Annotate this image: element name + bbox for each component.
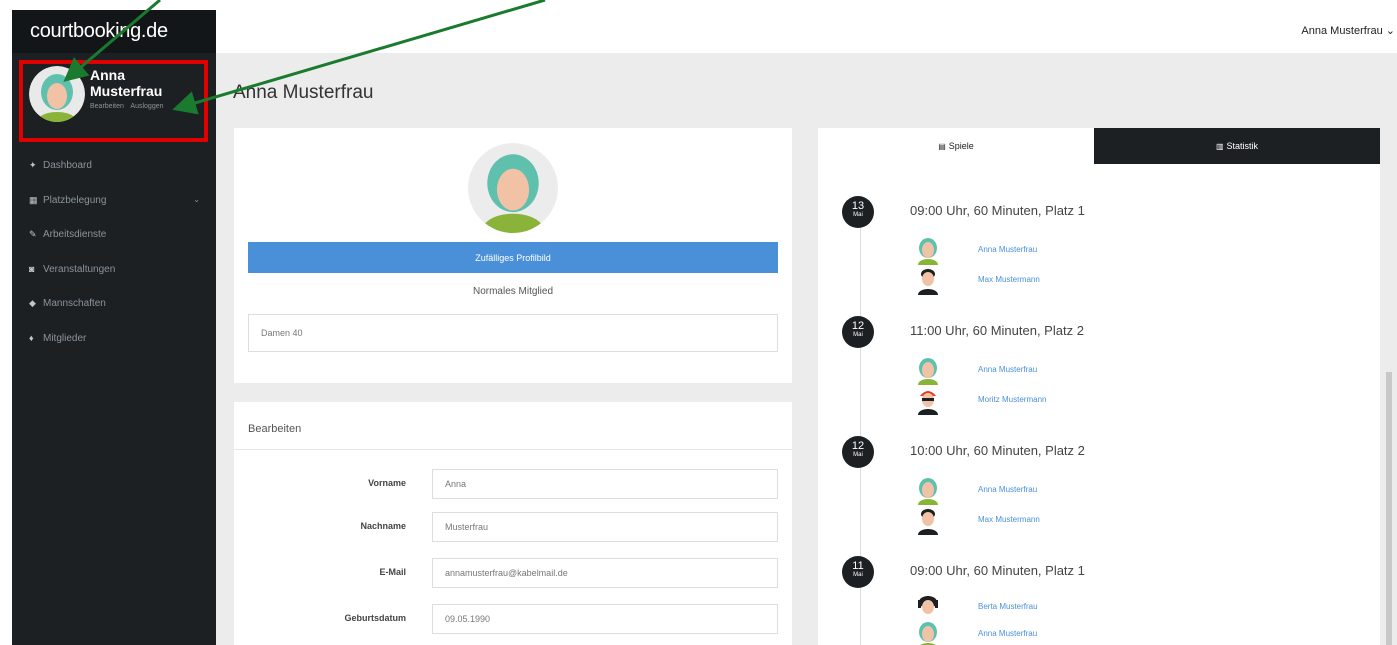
- game-title: 09:00 Uhr, 60 Minuten, Platz 1: [910, 563, 1085, 578]
- sidebar-nav: ✦ Dashboard ▦ Platzbelegung ⌄ ✎ Arbeitsdiens…: [12, 138, 216, 355]
- timeline-entry: 13 Mai 09:00 Uhr, 60 Minuten, Platz 1 Ann…: [818, 196, 1380, 316]
- random-profile-picture-button[interactable]: Zufälliges Profilbild: [248, 242, 778, 273]
- date-day: 13: [851, 200, 865, 212]
- player-row: Moritz Mustermann: [916, 387, 1216, 415]
- date-day: 11: [852, 560, 864, 572]
- users-icon: ◆: [29, 298, 36, 308]
- player-row: Berta Musterfrau: [916, 594, 1216, 622]
- field-label: Geburtsdatum: [344, 613, 406, 623]
- timeline-entry: 11 Mai 09:00 Uhr, 60 Minuten, Platz 1 Ber…: [818, 556, 1380, 645]
- first-name-field[interactable]: [432, 469, 778, 499]
- timeline-entry: 12 Mai 10:00 Uhr, 60 Minuten, Platz 2 Ann…: [818, 436, 1380, 556]
- app-window: courtbooking.de Anna Musterfrau Bearbeit…: [0, 0, 1397, 645]
- man-redcap-avatar-icon: [918, 391, 938, 415]
- sidebar-item-mitglieder[interactable]: ♦ Mitglieder: [12, 321, 216, 356]
- woman-avatar-icon: [918, 478, 938, 505]
- tab-spiele[interactable]: ▤ Spiele: [818, 128, 1094, 164]
- date-badge: 12 Mai: [842, 316, 874, 348]
- edit-card-header: Bearbeiten: [248, 423, 302, 435]
- date-month: Mai: [853, 332, 863, 338]
- member-type: Normales Mitglied: [472, 286, 554, 297]
- logo[interactable]: courtbooking.de: [12, 10, 216, 53]
- date-day: 12: [851, 320, 865, 332]
- date-day: 12: [851, 440, 865, 452]
- list-icon: ▤: [938, 142, 946, 151]
- field-label: Nachname: [360, 521, 406, 531]
- birthdate-field[interactable]: [432, 604, 778, 634]
- chevron-down-icon: ⌄: [193, 194, 200, 204]
- form-row-geburtsdatum: Geburtsdatum: [234, 604, 792, 634]
- email-field[interactable]: [432, 558, 778, 588]
- calendar-icon: ▦: [29, 194, 38, 205]
- form-row-email: E-Mail: [234, 558, 792, 588]
- sidebar-item-label: Platzbelegung: [43, 194, 107, 206]
- sidebar-item-label: Veranstaltungen: [43, 263, 116, 275]
- player-name-link[interactable]: Berta Musterfrau: [978, 602, 1038, 611]
- player-name-link[interactable]: Max Mustermann: [978, 275, 1040, 284]
- sidebar-item-label: Dashboard: [43, 160, 92, 171]
- wrench-icon: ✎: [29, 229, 37, 239]
- form-row-vorname: Vorname: [234, 469, 792, 499]
- map-icon: ◙: [29, 263, 35, 274]
- sidebar-item-veranstaltungen[interactable]: ◙ Veranstaltungen: [12, 252, 216, 287]
- game-title: 09:00 Uhr, 60 Minuten, Platz 1: [910, 203, 1085, 218]
- scrollbar[interactable]: [1386, 372, 1392, 645]
- date-badge: 11 Mai: [842, 556, 874, 588]
- player-row: Anna Musterfrau: [916, 477, 1216, 505]
- player-name-link[interactable]: Anna Musterfrau: [978, 245, 1037, 254]
- player-row: Max Mustermann: [916, 267, 1216, 295]
- profile-picture: [468, 143, 558, 233]
- form-row-nachname: Nachname: [234, 512, 792, 542]
- tab-label: Statistik: [1226, 141, 1259, 151]
- game-title: 11:00 Uhr, 60 Minuten, Platz 2: [910, 323, 1084, 338]
- woman-avatar-icon: [918, 358, 938, 385]
- sidebar-item-dashboard[interactable]: ✦ Dashboard: [12, 148, 216, 183]
- tab-label: Spiele: [948, 141, 974, 151]
- user-menu-dropdown[interactable]: Anna Musterfrau ⌄: [1301, 24, 1395, 37]
- home-icon: ✦: [29, 160, 37, 170]
- date-month: Mai: [853, 572, 863, 578]
- player-row: Anna Musterfrau: [916, 357, 1216, 385]
- game-title: 10:00 Uhr, 60 Minuten, Platz 2: [910, 443, 1085, 458]
- woman-dark-avatar-icon: [918, 596, 938, 614]
- tab-statistik[interactable]: ▥ Statistik: [1094, 128, 1380, 164]
- player-name-link[interactable]: Anna Musterfrau: [978, 629, 1037, 638]
- woman-avatar-icon: [918, 238, 938, 265]
- woman-avatar-icon: [919, 622, 937, 645]
- profile-highlight-box: [19, 60, 208, 142]
- man-avatar-icon: [918, 269, 938, 295]
- sidebar-item-label: Mitglieder: [43, 332, 87, 344]
- games-card: ▤ Spiele ▥ Statistik 13 Mai 09:00 Uhr, 60 M…: [818, 128, 1380, 645]
- sidebar-item-arbeitsdienste[interactable]: ✎ Arbeitsdienste: [12, 217, 216, 252]
- player-row: Anna Musterfrau: [916, 237, 1216, 265]
- page-title: Anna Musterfrau: [233, 82, 374, 103]
- divider: [234, 449, 792, 450]
- field-label: Vorname: [368, 478, 406, 488]
- player-row: Anna Musterfrau: [916, 621, 1216, 645]
- player-name-link[interactable]: Moritz Mustermann: [978, 395, 1046, 404]
- date-badge: 13 Mai: [842, 196, 874, 228]
- date-month: Mai: [853, 452, 863, 458]
- sidebar-item-label: Mannschaften: [43, 298, 106, 309]
- edit-card: Bearbeiten Vorname Nachname E-Mail Gebur…: [234, 402, 792, 645]
- profile-card: Zufälliges Profilbild Normales Mitglied …: [234, 128, 792, 383]
- chart-icon: ▥: [1215, 142, 1224, 151]
- timeline-entry: 12 Mai 11:00 Uhr, 60 Minuten, Platz 2 Ann…: [818, 316, 1380, 436]
- top-bar: Anna Musterfrau ⌄: [216, 10, 1397, 53]
- date-badge: 12 Mai: [842, 436, 874, 468]
- woman-avatar-icon: [468, 143, 558, 233]
- sidebar-item-mannschaften[interactable]: ◆ Mannschaften: [12, 286, 216, 321]
- player-name-link[interactable]: Max Mustermann: [978, 515, 1040, 524]
- last-name-field[interactable]: [432, 512, 778, 542]
- person-icon: ♦: [29, 332, 34, 343]
- man-avatar-icon: [918, 509, 938, 535]
- player-name-link[interactable]: Anna Musterfrau: [978, 485, 1037, 494]
- player-row: Max Mustermann: [916, 507, 1216, 535]
- sidebar-item-label: Arbeitsdienste: [43, 229, 107, 240]
- field-label: E-Mail: [379, 567, 406, 577]
- date-month: Mai: [853, 212, 863, 218]
- player-name-link[interactable]: Anna Musterfrau: [978, 365, 1037, 374]
- sidebar-item-platzbelegung[interactable]: ▦ Platzbelegung ⌄: [12, 183, 216, 218]
- team-list-item[interactable]: Damen 40: [248, 314, 778, 352]
